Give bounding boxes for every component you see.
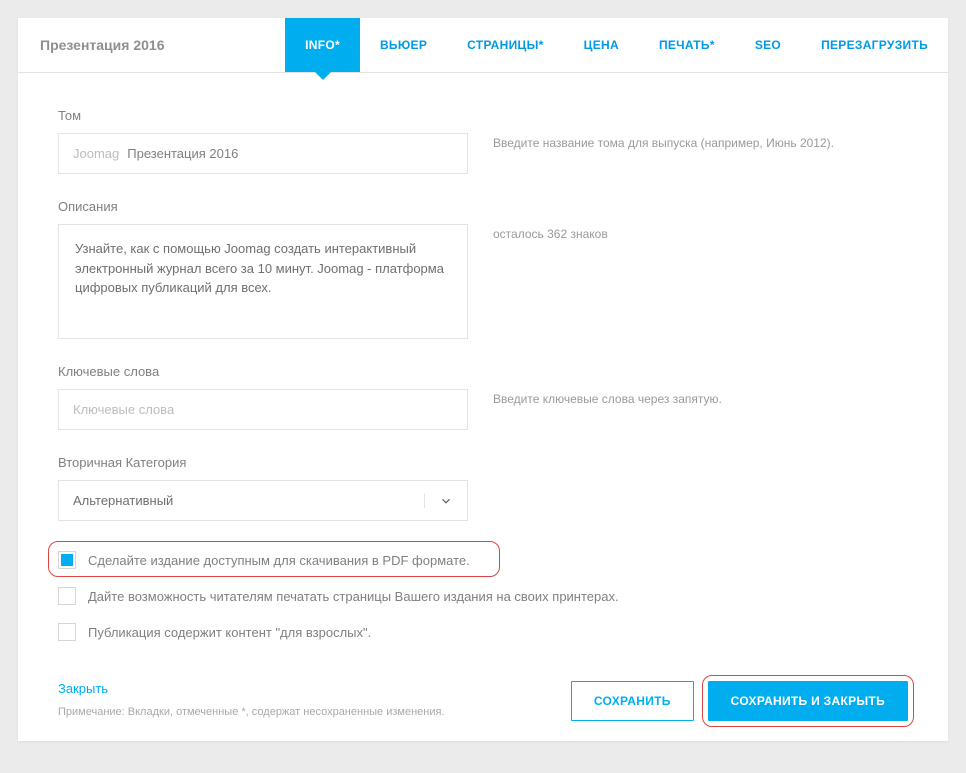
label-description: Описания xyxy=(58,199,468,214)
select-category[interactable]: Альтернативный xyxy=(58,480,468,521)
checkbox-pdf[interactable] xyxy=(58,551,76,569)
row-category: Вторичная Категория Альтернативный xyxy=(58,455,908,521)
save-button[interactable]: СОХРАНИТЬ xyxy=(571,681,694,721)
save-and-close-button[interactable]: СОХРАНИТЬ И ЗАКРЫТЬ xyxy=(708,681,908,721)
checkbox-adult[interactable] xyxy=(58,623,76,641)
row-keywords: Ключевые слова Ключевые слова Введите кл… xyxy=(58,364,908,430)
row-description: Описания Узнайте, как с помощью Joomag с… xyxy=(58,199,908,339)
chevron-down-icon xyxy=(424,494,453,508)
label-category: Вторичная Категория xyxy=(58,455,468,470)
tab-price[interactable]: ЦЕНА xyxy=(564,18,639,72)
hint-keywords: Введите ключевые слова через запятую. xyxy=(468,364,908,430)
tab-info[interactable]: INFO* xyxy=(285,18,360,72)
panel-body: Том Joomag Презентация 2016 Введите назв… xyxy=(18,73,948,741)
tab-viewer[interactable]: ВЬЮЕР xyxy=(360,18,447,72)
row-tom: Том Joomag Презентация 2016 Введите назв… xyxy=(58,108,908,174)
input-tom-prefix: Joomag xyxy=(73,146,119,161)
checkbox-print[interactable] xyxy=(58,587,76,605)
label-tom: Том xyxy=(58,108,468,123)
input-tom-value: Презентация 2016 xyxy=(127,146,238,161)
footer-note: Примечание: Вкладки, отмеченные *, содер… xyxy=(58,706,445,718)
input-keywords-placeholder: Ключевые слова xyxy=(73,402,174,417)
checkbox-pdf-label: Сделайте издание доступным для скачивани… xyxy=(88,553,470,568)
check-row-print[interactable]: Дайте возможность читателям печатать стр… xyxy=(58,587,908,605)
hint-tom: Введите название тома для выпуска (напри… xyxy=(468,108,908,174)
checkbox-adult-label: Публикация содержит контент "для взрослы… xyxy=(88,625,371,640)
tab-reload[interactable]: ПЕРЕЗАГРУЗИТЬ xyxy=(801,18,948,72)
tab-seo[interactable]: SEO xyxy=(735,18,801,72)
panel-footer: Закрыть Примечание: Вкладки, отмеченные … xyxy=(58,651,908,721)
hint-description: осталось 362 знаков xyxy=(468,199,908,339)
settings-panel: Презентация 2016 INFO* ВЬЮЕР СТРАНИЦЫ* Ц… xyxy=(18,18,948,741)
tab-print[interactable]: ПЕЧАТЬ* xyxy=(639,18,735,72)
label-keywords: Ключевые слова xyxy=(58,364,468,379)
checkbox-print-label: Дайте возможность читателям печатать стр… xyxy=(88,589,619,604)
input-tom[interactable]: Joomag Презентация 2016 xyxy=(58,133,468,174)
page-title: Презентация 2016 xyxy=(18,18,238,72)
check-row-adult[interactable]: Публикация содержит контент "для взрослы… xyxy=(58,623,908,641)
close-link[interactable]: Закрыть xyxy=(58,681,445,696)
panel-header: Презентация 2016 INFO* ВЬЮЕР СТРАНИЦЫ* Ц… xyxy=(18,18,948,73)
check-row-pdf[interactable]: Сделайте издание доступным для скачивани… xyxy=(58,551,908,569)
select-category-value: Альтернативный xyxy=(73,493,173,508)
tab-bar: INFO* ВЬЮЕР СТРАНИЦЫ* ЦЕНА ПЕЧАТЬ* SEO П… xyxy=(285,18,948,72)
textarea-description[interactable]: Узнайте, как с помощью Joomag создать ин… xyxy=(58,224,468,339)
tab-pages[interactable]: СТРАНИЦЫ* xyxy=(447,18,564,72)
input-keywords[interactable]: Ключевые слова xyxy=(58,389,468,430)
